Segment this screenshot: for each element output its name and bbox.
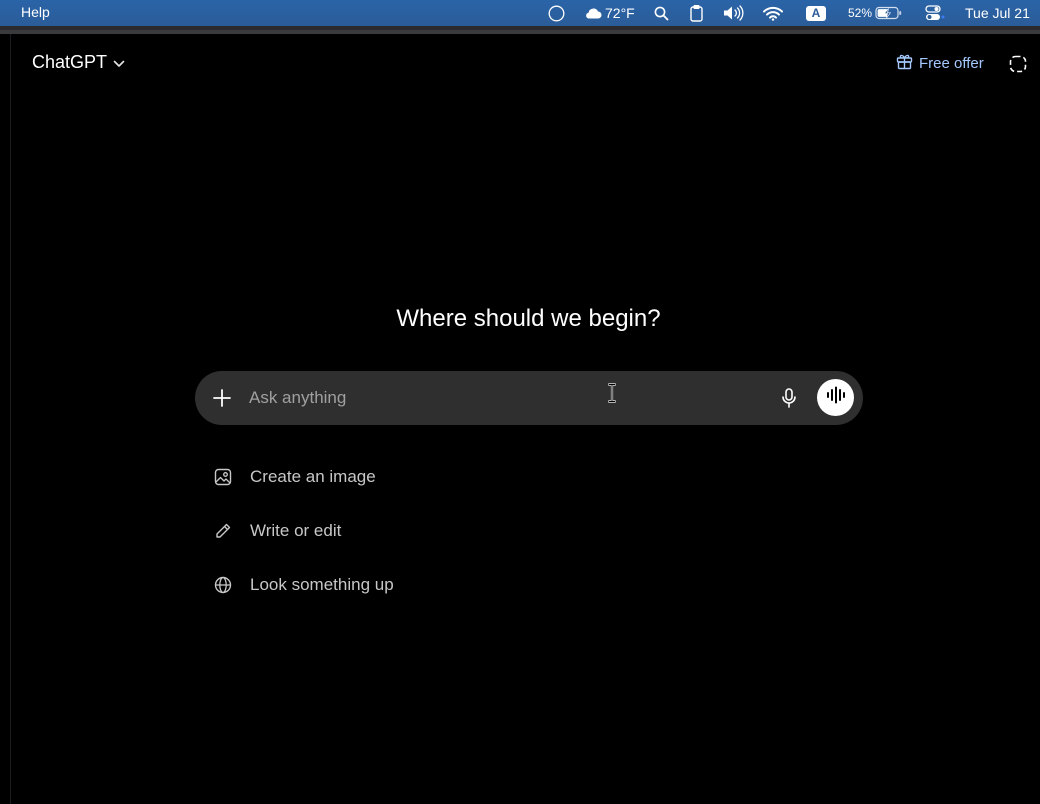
gift-icon	[896, 53, 913, 74]
menu-bar: Help 72°F A 52% Tue Jul 21	[0, 0, 1040, 26]
chatgpt-window: ChatGPT Free offer Where should we begin…	[0, 34, 1040, 804]
wifi-icon[interactable]	[763, 0, 783, 26]
voice-mode-button[interactable]	[817, 379, 854, 416]
microphone-button[interactable]	[781, 388, 797, 413]
suggestion-label: Create an image	[250, 467, 376, 486]
free-offer-label: Free offer	[919, 55, 984, 72]
weather-temp: 72°F	[605, 5, 635, 21]
sidebar-edge	[10, 34, 11, 804]
pencil-icon	[214, 522, 232, 540]
battery-icon	[875, 6, 903, 20]
add-attachment-button[interactable]	[211, 387, 233, 414]
suggestion-create-image[interactable]: Create an image	[214, 465, 376, 489]
control-center-icon[interactable]	[925, 0, 945, 26]
suggestion-label: Write or edit	[250, 521, 342, 540]
weather-menu[interactable]: 72°F	[584, 0, 635, 26]
image-icon	[214, 468, 232, 486]
model-name: ChatGPT	[32, 52, 108, 72]
composer: Ask anything	[195, 371, 863, 425]
input-source-badge: A	[806, 5, 826, 21]
volume-icon[interactable]	[723, 0, 745, 26]
model-switcher[interactable]: ChatGPT	[32, 52, 125, 73]
free-offer-button[interactable]: Free offer	[896, 53, 984, 74]
menu-clock[interactable]: Tue Jul 21	[965, 0, 1030, 26]
temporary-chat-icon[interactable]	[1009, 55, 1027, 78]
text-cursor-icon	[607, 383, 617, 408]
suggestion-look-up[interactable]: Look something up	[214, 573, 394, 597]
circle-icon[interactable]	[548, 0, 565, 26]
page-title: Where should we begin?	[396, 305, 661, 332]
waveform-icon	[826, 386, 846, 409]
chevron-down-icon	[113, 52, 125, 73]
suggestion-write-edit[interactable]: Write or edit	[214, 519, 341, 543]
prompt-placeholder: Ask anything	[249, 388, 347, 407]
globe-icon	[214, 576, 232, 594]
battery-percent: 52%	[848, 6, 873, 20]
input-source[interactable]: A	[806, 0, 826, 26]
search-icon[interactable]	[654, 0, 669, 26]
battery-menu[interactable]: 52%	[848, 0, 903, 26]
clipboard-icon[interactable]	[690, 0, 703, 26]
menu-help[interactable]: Help	[21, 4, 50, 20]
cloud-icon	[584, 7, 602, 19]
prompt-input[interactable]: Ask anything	[249, 371, 749, 425]
suggestion-label: Look something up	[250, 575, 394, 594]
